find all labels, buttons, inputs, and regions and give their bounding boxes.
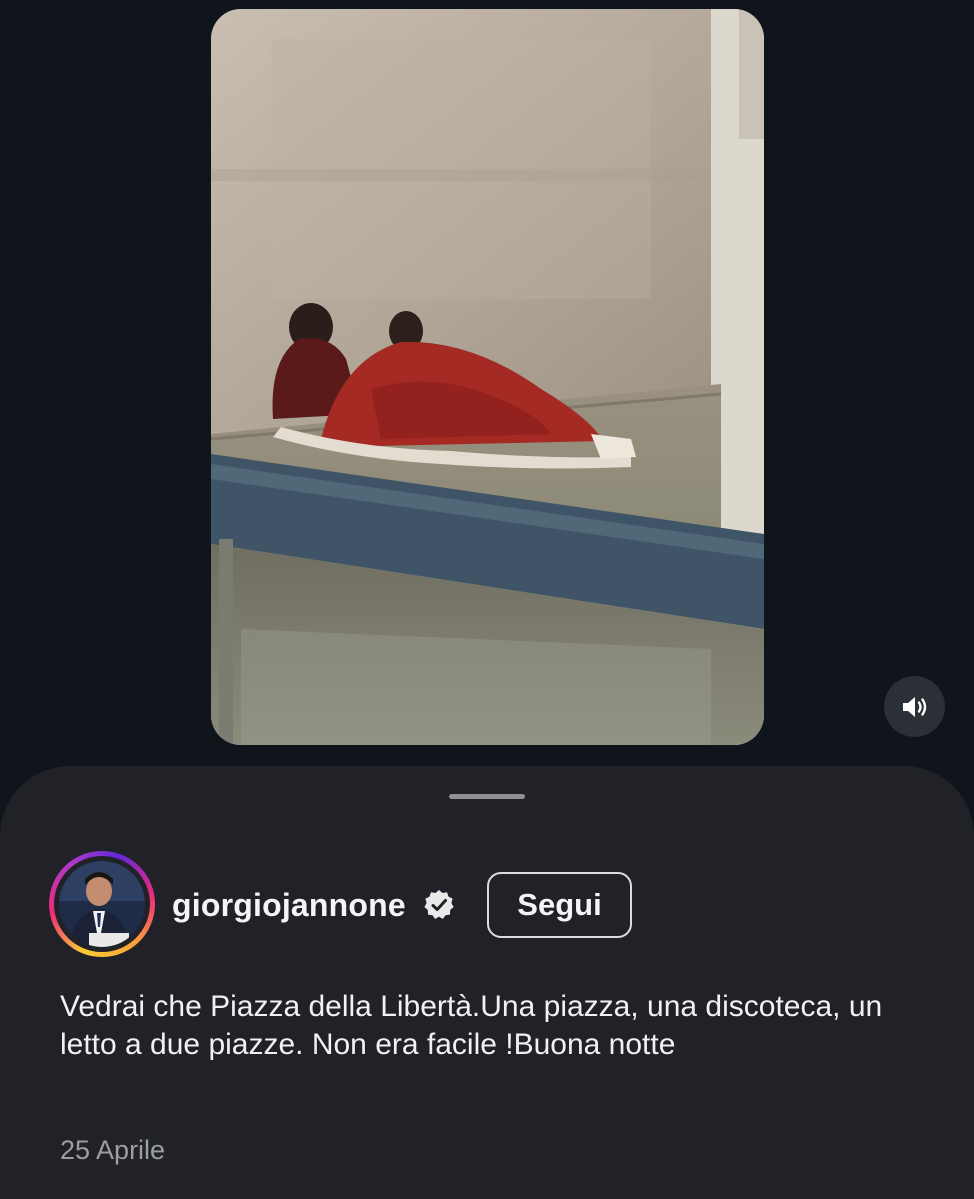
verified-badge-icon bbox=[424, 890, 454, 919]
sound-toggle-button[interactable] bbox=[884, 676, 945, 737]
username[interactable]: giorgiojannone bbox=[172, 886, 406, 924]
avatar-gap bbox=[54, 856, 150, 952]
post-video[interactable] bbox=[211, 9, 764, 745]
follow-button[interactable]: Segui bbox=[487, 872, 632, 938]
post-date: 25 Aprile bbox=[60, 1135, 166, 1165]
drag-handle[interactable] bbox=[449, 794, 525, 799]
post-info-sheet: giorgiojannone Segui Vedrai che Piazza d… bbox=[0, 766, 974, 1199]
avatar-story-ring[interactable] bbox=[49, 851, 155, 957]
post-caption: Vedrai che Piazza della Libertà.Una piaz… bbox=[60, 990, 883, 1061]
avatar bbox=[59, 861, 145, 947]
video-frame-image bbox=[211, 9, 764, 745]
instagram-post-screen: giorgiojannone Segui Vedrai che Piazza d… bbox=[0, 0, 974, 1199]
profile-photo bbox=[59, 861, 145, 947]
speaker-on-icon bbox=[902, 696, 926, 717]
